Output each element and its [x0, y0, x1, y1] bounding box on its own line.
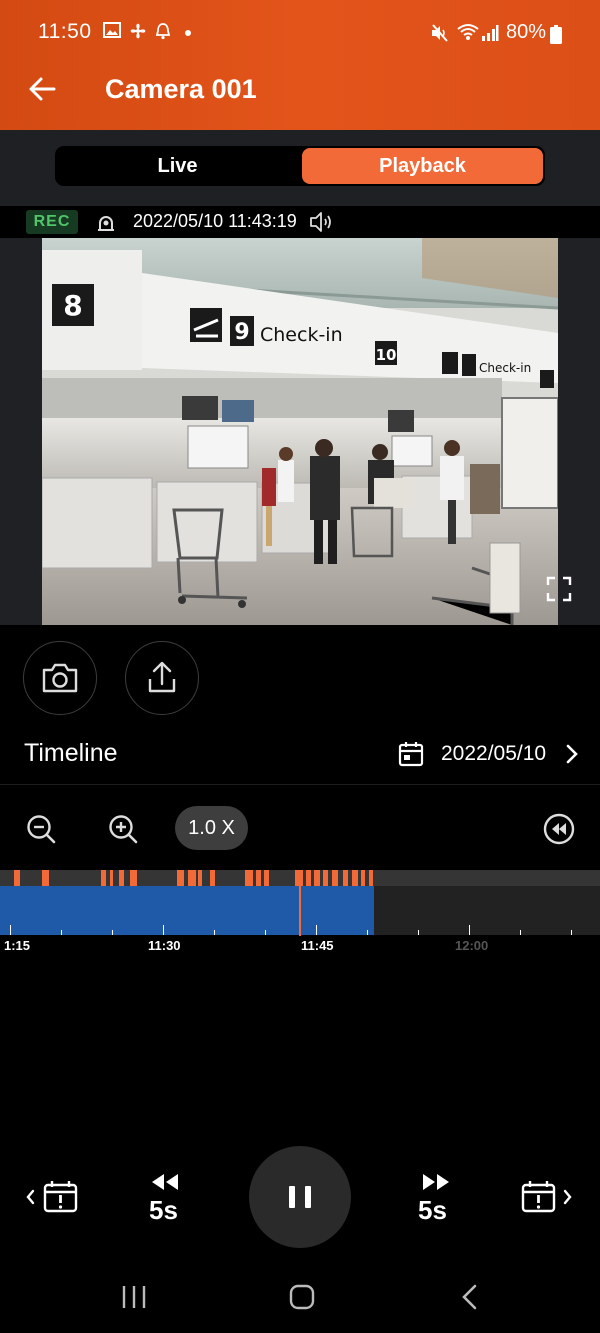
forward-5s-icon[interactable] [420, 1172, 452, 1197]
playback-timestamp: 2022/05/10 11:43:19 [133, 211, 297, 231]
svg-text:8: 8 [63, 289, 82, 322]
tab-playback[interactable]: Playback [302, 148, 543, 184]
battery-percent: 80% [506, 21, 547, 43]
video-player[interactable]: 8 9 Check-in 10 Check-in [42, 238, 558, 625]
share-icon [148, 661, 176, 693]
rewind-icon[interactable] [543, 813, 575, 845]
notification-dot [185, 30, 191, 36]
timeline-tick [316, 925, 317, 935]
timeline-tick [520, 930, 521, 935]
rec-badge: REC [26, 210, 78, 234]
event-marker [245, 870, 253, 886]
divider [0, 784, 600, 785]
event-marker [264, 870, 269, 886]
event-marker [177, 870, 184, 886]
chevron-right-icon[interactable] [564, 743, 580, 765]
timeline-tick [367, 930, 368, 935]
share-button[interactable] [125, 641, 199, 715]
timeline-label: 11:30 [148, 938, 181, 953]
timeline-title: Timeline [24, 739, 118, 767]
svg-text:Check-in: Check-in [260, 324, 343, 346]
snapshot-button[interactable] [23, 641, 97, 715]
previous-event-button[interactable] [24, 1180, 80, 1219]
zoom-in-icon[interactable] [107, 813, 139, 845]
timeline-date[interactable]: 2022/05/10 [441, 742, 546, 766]
speed-button[interactable]: 1.0 X [175, 806, 248, 850]
svg-text:9: 9 [234, 320, 249, 345]
bell-icon [155, 22, 171, 45]
event-marker [256, 870, 261, 886]
info-row [0, 206, 600, 238]
timeline-tick [10, 925, 11, 935]
status-time: 11:50 [38, 20, 92, 43]
back-arrow-icon[interactable] [26, 72, 60, 106]
timeline-tick [214, 930, 215, 935]
svg-text:10: 10 [376, 346, 397, 364]
event-marker [42, 870, 49, 886]
timeline-label: 11:45 [301, 938, 334, 953]
timeline-tick [61, 930, 62, 935]
fan-icon [129, 22, 147, 45]
event-marker [119, 870, 124, 886]
pause-button[interactable] [249, 1146, 351, 1248]
recording-segment[interactable] [0, 886, 374, 935]
event-marker [323, 870, 328, 886]
event-marker [14, 870, 20, 886]
timeline-label: 1:15 [4, 938, 31, 953]
event-marker [101, 870, 106, 886]
signal-icon [481, 24, 499, 47]
timeline-tick [163, 925, 164, 935]
recent-apps-icon[interactable] [120, 1283, 148, 1316]
rewind-5s-icon[interactable] [149, 1172, 181, 1197]
event-marker [198, 870, 202, 886]
playhead[interactable] [299, 870, 301, 936]
skip-forward-label[interactable]: 5s [418, 1195, 447, 1226]
system-back-icon[interactable] [458, 1283, 482, 1316]
speaker-icon[interactable] [308, 209, 336, 235]
event-marker [110, 870, 113, 886]
timeline-tick [265, 930, 266, 935]
tab-live[interactable]: Live [55, 146, 300, 186]
event-marker [188, 870, 196, 886]
event-marker [314, 870, 320, 886]
wifi-icon [456, 22, 480, 47]
pause-icon [289, 1186, 311, 1208]
event-marker [369, 870, 373, 886]
event-marker [306, 870, 311, 886]
zoom-out-icon[interactable] [25, 813, 57, 845]
event-marker [210, 870, 215, 886]
fullscreen-icon[interactable] [546, 576, 572, 602]
event-marker [130, 870, 137, 886]
timeline-tick [112, 930, 113, 935]
timeline-tick [469, 925, 470, 935]
camera-icon [42, 663, 78, 693]
svg-text:Check-in: Check-in [479, 361, 531, 375]
battery-icon [550, 25, 562, 49]
mute-icon [430, 24, 450, 47]
skip-back-label[interactable]: 5s [149, 1195, 178, 1226]
home-icon[interactable] [288, 1283, 316, 1316]
timeline-label: 12:00 [455, 938, 489, 953]
event-marker [343, 870, 348, 886]
camera-dome-icon [94, 210, 118, 234]
event-marker [361, 870, 365, 886]
event-marker [332, 870, 338, 886]
page-title: Camera 001 [105, 74, 257, 104]
timeline-tick [571, 930, 572, 935]
event-marker [352, 870, 358, 886]
gallery-icon [103, 22, 121, 43]
calendar-icon[interactable] [398, 741, 424, 767]
timeline-tick [418, 930, 419, 935]
next-event-button[interactable] [520, 1180, 576, 1219]
